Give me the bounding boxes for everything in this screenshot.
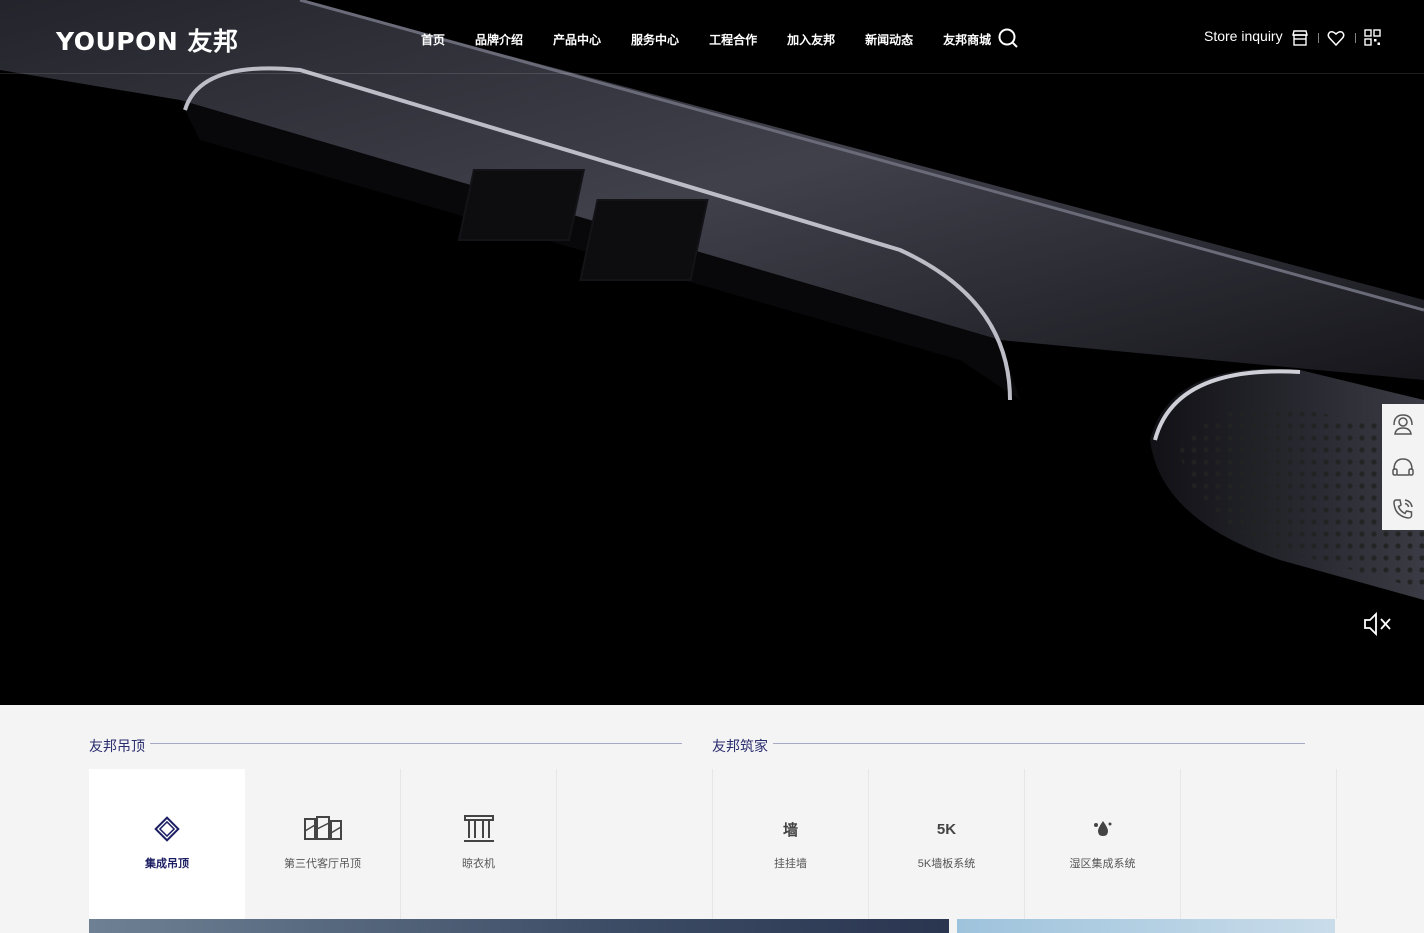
nav-join[interactable]: 加入友邦	[772, 28, 850, 51]
search-icon[interactable]	[997, 27, 1019, 49]
tab-label: 湿区集成系统	[1069, 858, 1136, 870]
tab-5k-wall-panel[interactable]: 5K 5K墙板系统	[869, 769, 1025, 919]
tab-label: 第三代客厅吊顶	[284, 858, 361, 870]
customer-service-icon	[1393, 414, 1413, 435]
section-title-ceiling: 友邦吊顶	[89, 738, 145, 754]
tab-integrated-ceiling[interactable]: 集成吊顶	[89, 769, 245, 926]
qr-code-icon[interactable]	[1364, 29, 1381, 46]
tab-label: 集成吊顶	[145, 858, 189, 870]
side-toolbar	[1382, 404, 1424, 530]
water-drop-icon	[1093, 821, 1111, 836]
section-divider	[773, 743, 1305, 744]
header-divider	[1355, 33, 1356, 43]
headset-button[interactable]	[1382, 446, 1424, 488]
store-inquiry-link[interactable]: Store inquiry	[1204, 28, 1283, 44]
heart-icon[interactable]	[1327, 29, 1345, 47]
section-divider	[150, 743, 682, 744]
tab-drying-rack[interactable]: 晾衣机	[401, 769, 557, 919]
tab-label: 5K墙板系统	[917, 858, 976, 870]
brand-logo[interactable]: YOUPON 友邦	[56, 22, 238, 58]
nav-news[interactable]: 新闻动态	[850, 28, 928, 51]
ceiling-feature-image	[89, 919, 949, 933]
diamond-icon	[154, 816, 180, 842]
customer-service-button[interactable]	[1382, 404, 1424, 446]
nav-brand[interactable]: 品牌介绍	[460, 28, 538, 51]
section-title-home: 友邦筑家	[712, 738, 768, 754]
nav-service[interactable]: 服务中心	[616, 28, 694, 51]
nav-engineering[interactable]: 工程合作	[694, 28, 772, 51]
nav-mall[interactable]: 友邦商城	[928, 28, 1006, 51]
tab-label: 晾衣机	[462, 858, 495, 870]
hero-background	[0, 0, 1424, 600]
ceiling-tabs: 集成吊顶 第三代客厅吊顶 晾衣机	[89, 769, 713, 926]
tab-wall-hanging[interactable]: 墙 挂挂墙	[713, 769, 869, 919]
home-feature-image	[957, 919, 1335, 933]
tab-empty-slot	[557, 769, 713, 919]
panels-icon	[303, 816, 342, 840]
header-divider	[1318, 33, 1319, 43]
hero-banner: YOUPON 友邦 首页 品牌介绍 产品中心 服务中心 工程合作 加入友邦 新闻…	[0, 0, 1424, 705]
phone-button[interactable]	[1382, 488, 1424, 530]
home-tabs: 墙 挂挂墙 5K 5K墙板系统 湿区集成系统	[712, 769, 1337, 919]
main-nav: 首页 品牌介绍 产品中心 服务中心 工程合作 加入友邦 新闻动态 友邦商城	[406, 28, 1006, 51]
nav-home[interactable]: 首页	[406, 28, 460, 51]
site-header: YOUPON 友邦 首页 品牌介绍 产品中心 服务中心 工程合作 加入友邦 新闻…	[0, 0, 1424, 74]
tab-label: 挂挂墙	[774, 858, 807, 870]
tab-living-room-ceiling[interactable]: 第三代客厅吊顶	[245, 769, 401, 919]
nav-products[interactable]: 产品中心	[538, 28, 616, 51]
headset-icon	[1392, 458, 1414, 476]
speaker-muted-icon[interactable]	[1362, 611, 1392, 637]
tab-empty-slot	[1181, 769, 1337, 919]
tab-wet-area-system[interactable]: 湿区集成系统	[1025, 769, 1181, 919]
phone-icon	[1393, 499, 1413, 519]
wall-glyph-icon: 墙	[782, 821, 798, 839]
drying-rack-icon	[463, 815, 494, 842]
5k-glyph-icon: 5K	[936, 820, 957, 838]
store-icon[interactable]	[1291, 29, 1309, 47]
